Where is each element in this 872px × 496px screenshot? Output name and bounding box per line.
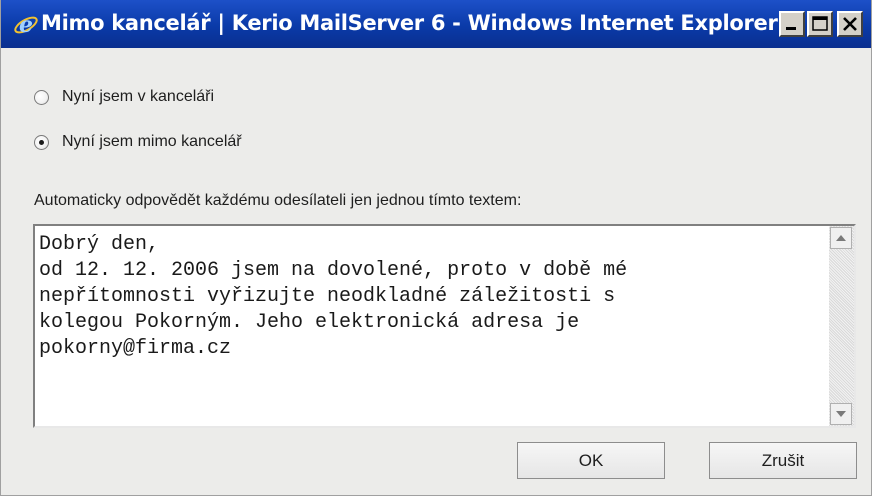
arrow-down-icon (836, 411, 846, 417)
window-title: Mimo kancelář | Kerio MailServer 6 - Win… (41, 11, 778, 35)
auto-reply-text[interactable]: Dobrý den, od 12. 12. 2006 jsem na dovol… (39, 232, 821, 362)
internet-explorer-icon: e (13, 12, 39, 38)
svg-text:e: e (19, 12, 33, 38)
ok-button[interactable]: OK (517, 442, 665, 479)
radio-out-of-office-label[interactable]: Nyní jsem mimo kancelář (62, 133, 242, 151)
dialog-window: e Mimo kancelář | Kerio MailServer 6 - W… (0, 0, 872, 496)
maximize-icon (812, 16, 828, 31)
scroll-up-button[interactable] (830, 227, 852, 249)
radio-button-in-office[interactable] (34, 89, 49, 105)
minimize-icon (786, 27, 796, 30)
auto-reply-textarea[interactable]: Dobrý den, od 12. 12. 2006 jsem na dovol… (33, 224, 856, 428)
title-bar[interactable]: e Mimo kancelář | Kerio MailServer 6 - W… (1, 0, 871, 48)
dialog-content: Nyní jsem v kanceláři Nyní jsem mimo kan… (1, 48, 871, 495)
close-icon (843, 17, 857, 31)
close-button[interactable] (837, 11, 863, 37)
vertical-scrollbar[interactable] (829, 226, 854, 426)
radio-button-out-of-office[interactable] (34, 134, 49, 150)
radio-in-office[interactable]: Nyní jsem v kanceláři (34, 85, 214, 109)
radio-in-office-label[interactable]: Nyní jsem v kanceláři (62, 88, 214, 106)
arrow-up-icon (836, 235, 846, 241)
maximize-button[interactable] (807, 11, 833, 37)
minimize-button[interactable] (779, 11, 805, 37)
auto-reply-label: Automaticky odpovědět každému odesílatel… (34, 192, 522, 209)
scroll-down-button[interactable] (830, 403, 852, 425)
radio-out-of-office[interactable]: Nyní jsem mimo kancelář (34, 130, 242, 154)
cancel-button[interactable]: Zrušit (709, 442, 857, 479)
